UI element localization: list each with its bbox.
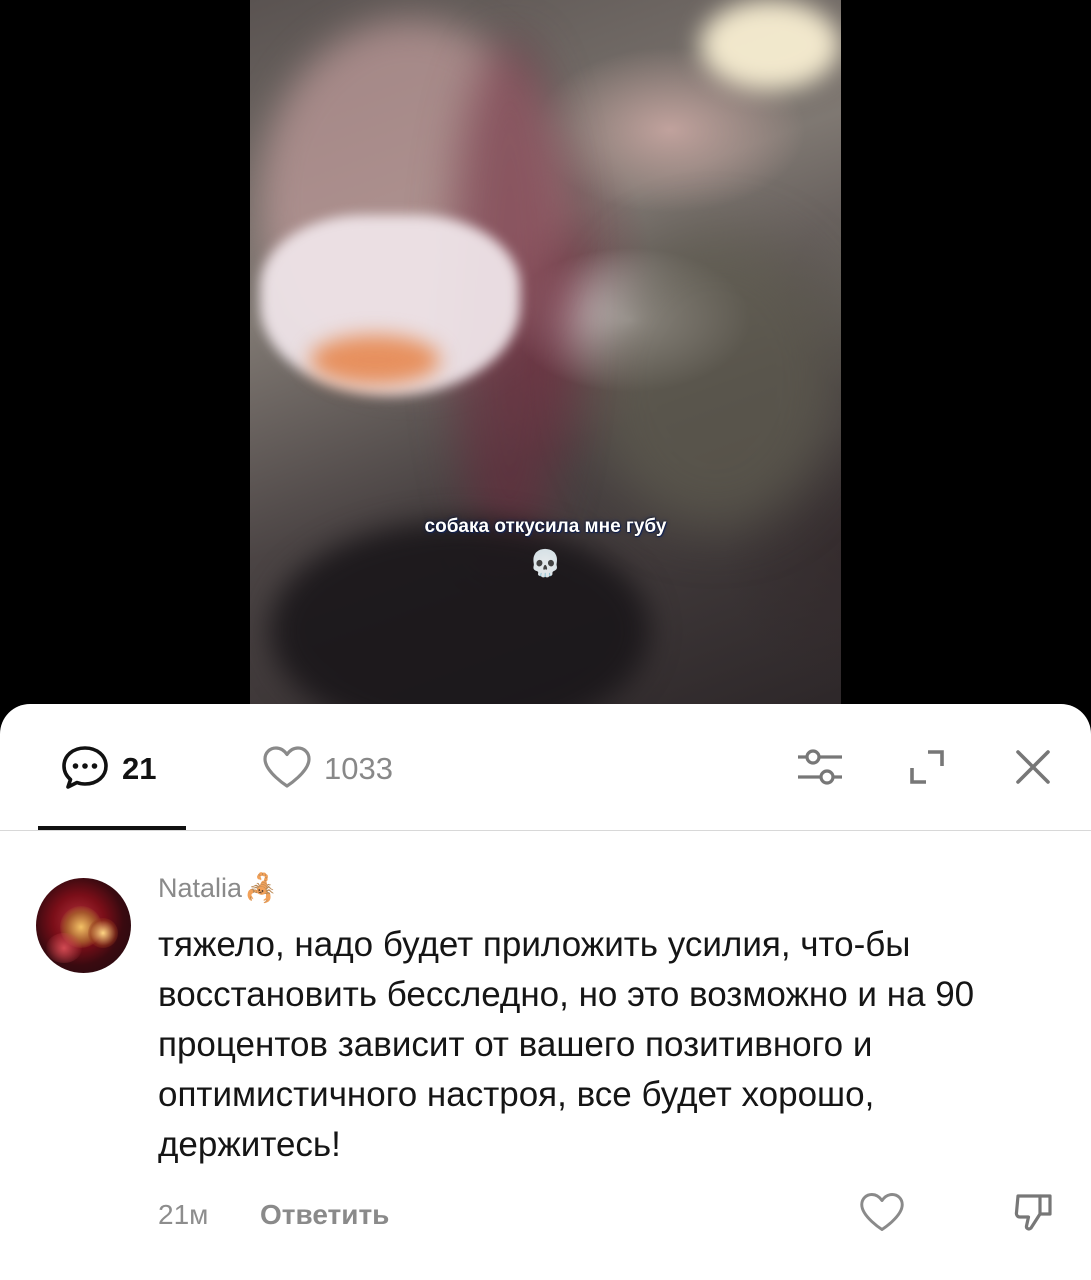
comment-actions: 21м Ответить <box>158 1189 1058 1239</box>
tab-comments[interactable]: 21 <box>60 744 157 795</box>
comment-author[interactable]: Natalia 🦂 <box>158 872 278 904</box>
video-mouth-blur <box>310 335 440 385</box>
comments-count: 21 <box>122 751 157 786</box>
heart-outline-icon <box>859 1191 905 1238</box>
video-background-blur <box>590 230 840 530</box>
heart-outline-icon <box>262 745 312 794</box>
likes-count: 1033 <box>324 751 393 786</box>
sheet-header: 21 1033 <box>0 704 1091 831</box>
avatar[interactable] <box>36 878 131 973</box>
comment-text: тяжело, надо будет приложить усилия, что… <box>158 925 975 1164</box>
avatar-detail <box>88 918 118 948</box>
header-divider <box>0 830 1091 831</box>
author-name: Natalia <box>158 872 243 903</box>
avatar-detail <box>46 933 82 963</box>
sliders-icon <box>795 744 845 795</box>
comment-dislike-button[interactable] <box>1010 1191 1058 1237</box>
scorpion-emoji: 🦂 <box>244 873 278 903</box>
tab-likes[interactable]: 1033 <box>262 745 393 794</box>
expand-corners-icon <box>904 744 950 795</box>
comment-timestamp: 21м <box>158 1199 209 1230</box>
close-button[interactable] <box>1008 746 1058 792</box>
thumbs-down-icon <box>1012 1190 1056 1239</box>
video-frame[interactable]: собака откусила мне губу 💀 <box>250 0 841 720</box>
comment-like-button[interactable] <box>858 1191 906 1237</box>
skull-emoji: 💀 <box>529 548 562 578</box>
video-player[interactable]: собака откусила мне губу 💀 <box>0 0 1091 740</box>
reply-button[interactable]: Ответить <box>260 1199 389 1231</box>
comments-sheet: 21 1033 Natalia 🦂 тяжело, надо будет при… <box>0 704 1091 1280</box>
close-x-icon <box>1010 744 1056 795</box>
video-caption: собака откусила мне губу <box>424 516 667 537</box>
video-light-blur <box>700 0 840 90</box>
speech-bubble-dots-icon <box>60 744 110 795</box>
filter-button[interactable] <box>795 746 845 792</box>
expand-button[interactable] <box>902 746 952 792</box>
